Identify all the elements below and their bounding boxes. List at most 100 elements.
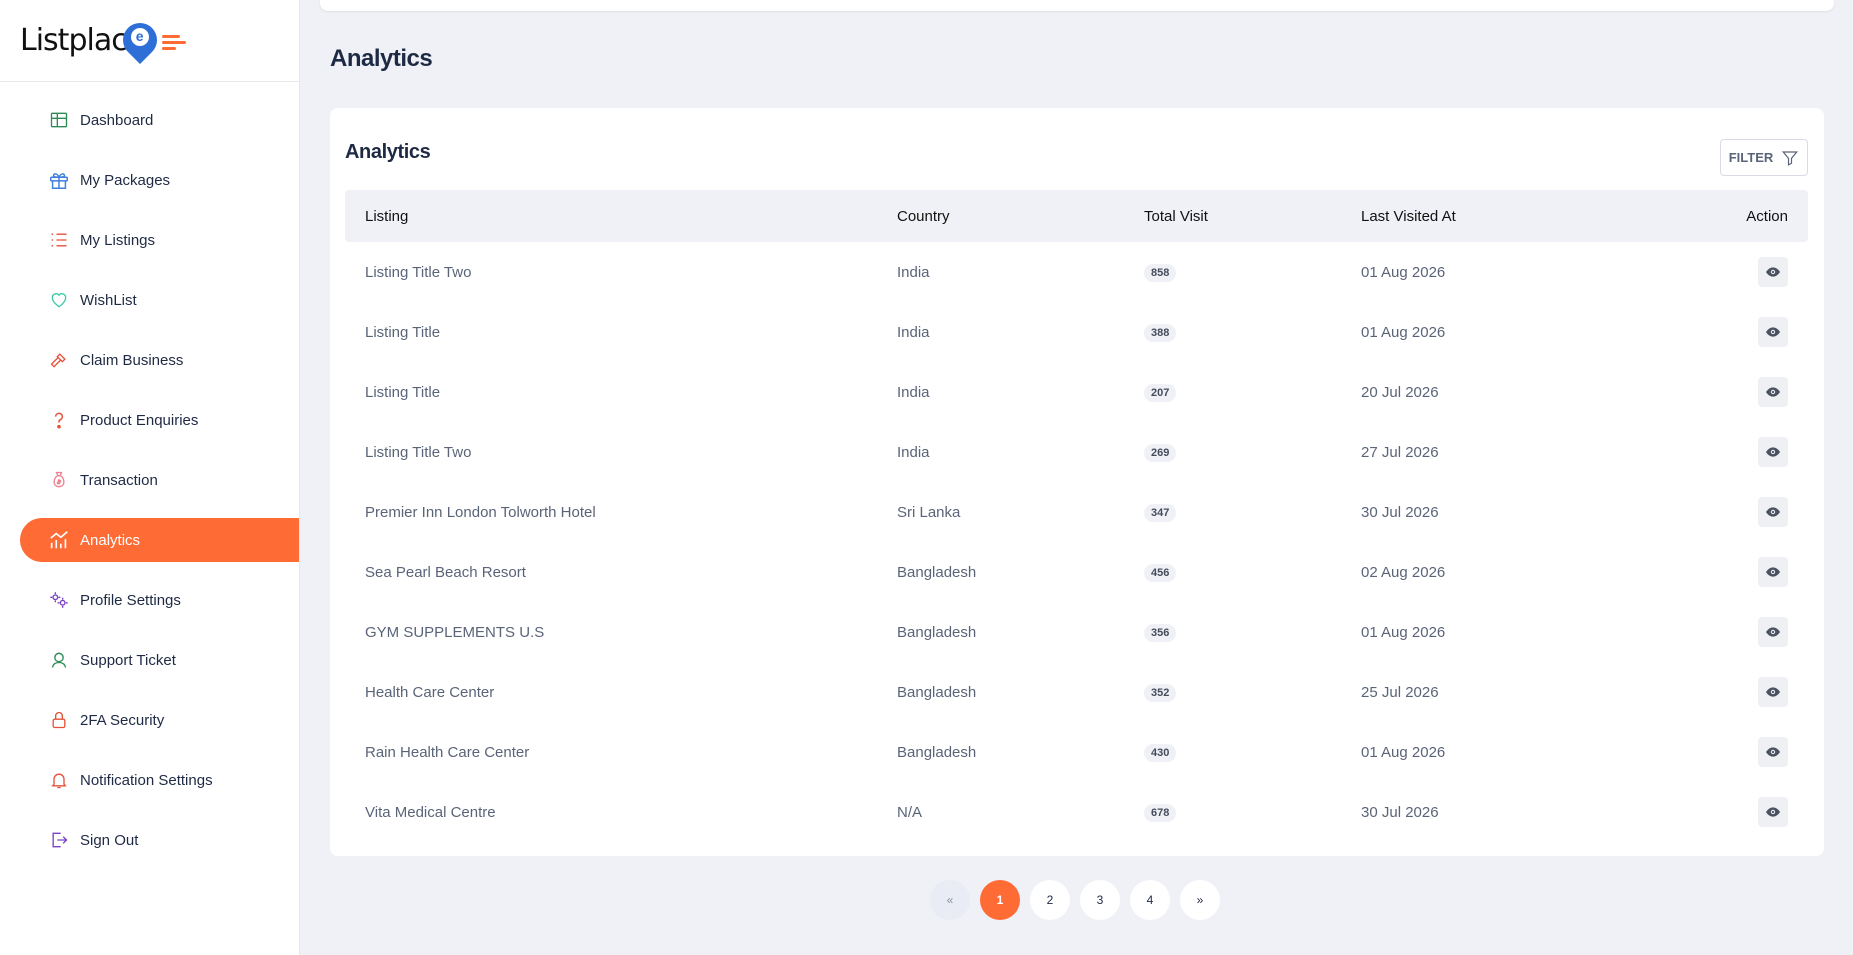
visit-count-badge: 858 (1144, 263, 1177, 282)
sidebar-item-product-enquiries[interactable]: Product Enquiries (20, 398, 299, 442)
header-action: Action (1746, 207, 1788, 225)
visit-count-badge: 430 (1144, 743, 1177, 762)
sidebar-item-my-packages[interactable]: My Packages (20, 158, 299, 202)
cell-last-visited: 30 Jul 2026 (1361, 803, 1439, 821)
eye-icon (1766, 567, 1780, 577)
sidebar-item-label: WishList (80, 291, 137, 309)
eye-icon (1766, 387, 1780, 397)
cell-country: India (897, 263, 930, 281)
view-button[interactable] (1758, 257, 1788, 287)
view-button[interactable] (1758, 497, 1788, 527)
visit-count-badge: 678 (1144, 803, 1177, 822)
analytics-card: Analytics FILTER Listing Country Total V… (330, 108, 1824, 856)
table-row: Vita Medical Centre N/A 678 30 Jul 2026 (345, 782, 1808, 842)
pagination-page-1[interactable]: 1 (980, 880, 1020, 920)
cell-last-visited: 02 Aug 2026 (1361, 563, 1446, 581)
pagination-page-3[interactable]: 3 (1080, 880, 1120, 920)
cell-country: India (897, 383, 930, 401)
view-button[interactable] (1758, 557, 1788, 587)
view-button[interactable] (1758, 617, 1788, 647)
sidebar-item-label: Sign Out (80, 831, 139, 849)
cell-last-visited: 01 Aug 2026 (1361, 323, 1446, 341)
header-last-visited: Last Visited At (1361, 207, 1456, 225)
eye-icon (1766, 687, 1780, 697)
cell-country: India (897, 323, 930, 341)
eye-icon (1766, 507, 1780, 517)
sidebar-item-transaction[interactable]: Transaction (20, 458, 299, 502)
cell-last-visited: 01 Aug 2026 (1361, 623, 1446, 641)
pagination-next-button[interactable]: » (1180, 880, 1220, 920)
table-header: Listing Country Total Visit Last Visited… (345, 190, 1808, 242)
cell-last-visited: 01 Aug 2026 (1361, 263, 1446, 281)
logo-mark: e (130, 27, 149, 46)
cell-listing: Vita Medical Centre (365, 803, 496, 821)
view-button[interactable] (1758, 317, 1788, 347)
view-button[interactable] (1758, 737, 1788, 767)
header-listing: Listing (365, 207, 409, 225)
sidebar-item-label: Dashboard (80, 111, 154, 129)
gift-icon (48, 169, 70, 191)
eye-icon (1766, 267, 1780, 277)
sidebar-item-2fa-security[interactable]: 2FA Security (20, 698, 299, 742)
filter-button[interactable]: FILTER (1720, 139, 1808, 176)
cell-listing: Listing Title Two (365, 443, 472, 461)
table-row: Health Care Center Bangladesh 352 25 Jul… (345, 662, 1808, 722)
cell-country: Sri Lanka (897, 503, 961, 521)
pagination-page-4[interactable]: 4 (1130, 880, 1170, 920)
table-body: Listing Title Two India 858 01 Aug 2026 … (345, 242, 1808, 842)
sidebar-item-label: My Listings (80, 231, 156, 249)
pagination-prev-button[interactable]: « (930, 880, 970, 920)
visit-count-badge: 456 (1144, 563, 1177, 582)
sidebar-item-notification-settings[interactable]: Notification Settings (20, 758, 299, 802)
cell-country: N/A (897, 803, 923, 821)
filter-icon (1782, 150, 1799, 166)
sidebar-item-label: Notification Settings (80, 771, 213, 789)
list-icon (48, 229, 70, 251)
top-bar (320, 0, 1834, 11)
logo-text: Listplac (20, 23, 128, 58)
sidebar-item-profile-settings[interactable]: Profile Settings (20, 578, 299, 622)
analytics-table: Listing Country Total Visit Last Visited… (345, 190, 1808, 842)
view-button[interactable] (1758, 437, 1788, 467)
cell-listing: Listing Title (365, 383, 441, 401)
table-row: GYM SUPPLEMENTS U.S Bangladesh 356 01 Au… (345, 602, 1808, 662)
eye-icon (1766, 447, 1780, 457)
cell-last-visited: 30 Jul 2026 (1361, 503, 1439, 521)
sign-out-icon (48, 829, 70, 851)
cell-listing: Sea Pearl Beach Resort (365, 563, 526, 581)
cell-listing: Listing Title Two (365, 263, 472, 281)
question-icon (48, 409, 70, 431)
filter-label: FILTER (1728, 150, 1774, 165)
sidebar-item-wishlist[interactable]: WishList (20, 278, 299, 322)
cell-last-visited: 01 Aug 2026 (1361, 743, 1446, 761)
cell-listing: Health Care Center (365, 683, 495, 701)
sidebar-item-analytics[interactable]: Analytics (20, 518, 299, 562)
sidebar-item-dashboard[interactable]: Dashboard (20, 98, 299, 142)
sidebar-item-claim-business[interactable]: Claim Business (20, 338, 299, 382)
cell-country: India (897, 443, 930, 461)
table-row: Sea Pearl Beach Resort Bangladesh 456 02… (345, 542, 1808, 602)
table-row: Listing Title Two India 269 27 Jul 2026 (345, 422, 1808, 482)
logo[interactable]: Listplac e (0, 0, 299, 82)
chart-icon (48, 529, 70, 551)
sidebar-item-my-listings[interactable]: My Listings (20, 218, 299, 262)
cell-last-visited: 25 Jul 2026 (1361, 683, 1439, 701)
card-title: Analytics (345, 141, 431, 163)
visit-count-badge: 269 (1144, 443, 1177, 462)
eye-icon (1766, 627, 1780, 637)
view-button[interactable] (1758, 677, 1788, 707)
pagination: «1 2 3 4» (930, 880, 1220, 920)
logo-speed-lines-icon (161, 35, 186, 50)
sidebar-item-support-ticket[interactable]: Support Ticket (20, 638, 299, 682)
eye-icon (1766, 747, 1780, 757)
sidebar: Listplac e Dashboard My Packages My List… (0, 0, 300, 955)
sidebar-item-sign-out[interactable]: Sign Out (20, 818, 299, 862)
view-button[interactable] (1758, 377, 1788, 407)
pagination-page-2[interactable]: 2 (1030, 880, 1070, 920)
header-total-visit: Total Visit (1144, 207, 1208, 225)
table-row: Listing Title India 388 01 Aug 2026 (345, 302, 1808, 362)
view-button[interactable] (1758, 797, 1788, 827)
table-row: Listing Title India 207 20 Jul 2026 (345, 362, 1808, 422)
sidebar-item-label: Claim Business (80, 351, 184, 369)
table-row: Listing Title Two India 858 01 Aug 2026 (345, 242, 1808, 302)
